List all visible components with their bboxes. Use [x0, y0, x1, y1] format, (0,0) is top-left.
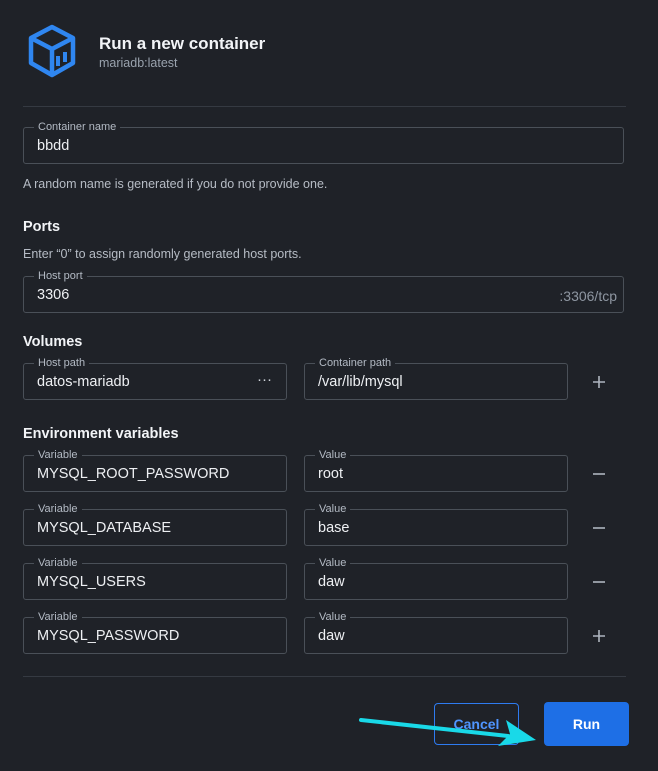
- container-name-field[interactable]: Container name bbdd: [23, 120, 624, 164]
- minus-icon[interactable]: [588, 517, 610, 539]
- container-port-suffix: :3306/tcp: [559, 288, 617, 304]
- env-variable-field[interactable]: Variable MYSQL_PASSWORD: [23, 610, 287, 654]
- dialog-title: Run a new container: [99, 34, 266, 53]
- env-value-label: Value: [315, 610, 351, 624]
- host-port-label: Host port: [34, 269, 87, 283]
- container-name-helper: A random name is generated if you do not…: [23, 177, 328, 191]
- env-variable-label: Variable: [34, 610, 82, 624]
- env-variable-field[interactable]: Variable MYSQL_DATABASE: [23, 502, 287, 546]
- cancel-button[interactable]: Cancel: [434, 703, 519, 745]
- host-path-label: Host path: [34, 356, 90, 370]
- env-value-field[interactable]: Value base: [304, 502, 568, 546]
- env-value-field[interactable]: Value daw: [304, 610, 568, 654]
- host-port-field[interactable]: Host port 3306 :3306/tcp: [23, 269, 624, 313]
- plus-icon[interactable]: [588, 625, 610, 647]
- header-divider: [23, 106, 626, 107]
- ports-heading: Ports: [23, 219, 61, 235]
- plus-icon[interactable]: [588, 371, 610, 393]
- env-value-value: daw: [318, 628, 345, 644]
- footer-divider: [23, 676, 626, 677]
- minus-icon[interactable]: [588, 571, 610, 593]
- host-path-value: datos-mariadb: [37, 374, 130, 390]
- env-variable-field[interactable]: Variable MYSQL_ROOT_PASSWORD: [23, 448, 287, 492]
- env-value-label: Value: [315, 502, 351, 516]
- env-variable-value: MYSQL_PASSWORD: [37, 628, 180, 644]
- env-value-value: base: [318, 520, 350, 536]
- host-path-field[interactable]: Host path datos-mariadb ···: [23, 356, 287, 400]
- image-name: mariadb:latest: [99, 56, 178, 70]
- env-variable-value: MYSQL_ROOT_PASSWORD: [37, 466, 230, 482]
- volumes-heading: Volumes: [23, 334, 83, 350]
- container-name-label: Container name: [34, 120, 121, 134]
- env-value-field[interactable]: Value daw: [304, 556, 568, 600]
- env-value-value: daw: [318, 574, 345, 590]
- container-path-label: Container path: [315, 356, 396, 370]
- env-value-label: Value: [315, 556, 351, 570]
- container-cube-icon: [25, 24, 79, 78]
- browse-button[interactable]: ···: [257, 371, 272, 388]
- run-button[interactable]: Run: [544, 702, 629, 746]
- env-variable-label: Variable: [34, 502, 82, 516]
- env-variable-field[interactable]: Variable MYSQL_USERS: [23, 556, 287, 600]
- env-variable-label: Variable: [34, 556, 82, 570]
- env-variable-value: MYSQL_DATABASE: [37, 520, 172, 536]
- host-port-value: 3306: [37, 287, 70, 303]
- env-heading: Environment variables: [23, 426, 179, 442]
- minus-icon[interactable]: [588, 463, 610, 485]
- container-path-value: /var/lib/mysql: [318, 374, 403, 390]
- env-value-value: root: [318, 466, 343, 482]
- env-variable-value: MYSQL_USERS: [37, 574, 146, 590]
- ports-helper: Enter “0” to assign randomly generated h…: [23, 247, 302, 261]
- container-path-field[interactable]: Container path /var/lib/mysql: [304, 356, 568, 400]
- env-variable-label: Variable: [34, 448, 82, 462]
- container-name-value: bbdd: [37, 138, 70, 154]
- env-value-label: Value: [315, 448, 351, 462]
- env-value-field[interactable]: Value root: [304, 448, 568, 492]
- dialog-header: Run a new container mariadb:latest: [0, 0, 658, 106]
